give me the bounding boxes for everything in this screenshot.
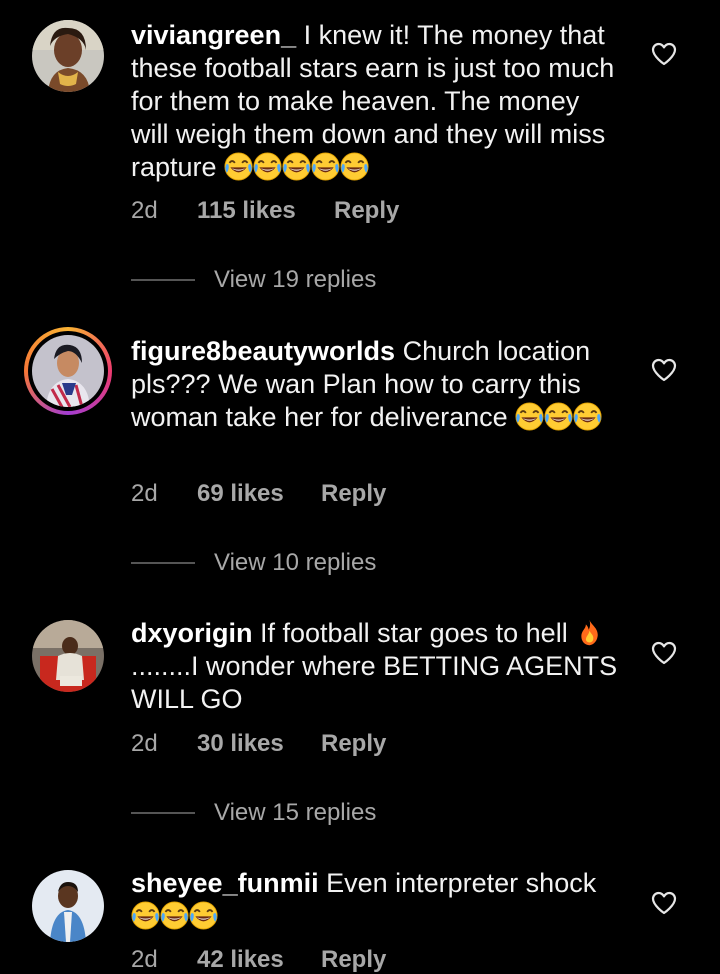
reply-button[interactable]: Reply [321,730,386,758]
comment-body: If football star goes to hell [252,618,576,648]
avatar[interactable] [32,620,104,692]
divider-line [131,812,195,814]
laughing-emoji-icon [515,402,544,431]
comment-time: 2d [131,480,158,507]
likes-count[interactable]: 115 likes [197,197,334,225]
username[interactable]: dxyorigin [131,618,253,648]
comment-text: sheyee_funmii Even interpreter shock [131,867,621,933]
laughing-emoji-icon [573,402,602,431]
comment-text: viviangreen_ I knew it! The money that t… [131,19,621,184]
fire-emoji-icon [575,618,604,647]
view-replies-button[interactable]: View 19 replies [131,266,376,294]
like-heart-icon[interactable] [651,641,677,665]
reply-button[interactable]: Reply [334,197,399,225]
likes-count[interactable]: 42 likes [197,946,321,974]
reply-button[interactable]: Reply [321,480,386,508]
comment-meta: 2d 30 likes Reply [131,730,386,758]
comment-meta: 2d 69 likes Reply [131,480,386,508]
comment-text: dxyorigin If football star goes to hell … [131,617,621,716]
view-replies-label: View 10 replies [214,549,377,576]
like-heart-icon[interactable] [651,42,677,66]
comment-body: Even interpreter shock [318,868,597,898]
view-replies-button[interactable]: View 10 replies [131,549,376,577]
laughing-emoji-icon [253,152,282,181]
like-heart-icon[interactable] [651,891,677,915]
laughing-emoji-icon [224,152,253,181]
likes-count[interactable]: 30 likes [197,730,321,758]
laughing-emoji-icon [160,901,189,930]
laughing-emoji-icon [131,901,160,930]
avatar[interactable] [32,870,104,942]
view-replies-label: View 15 replies [214,799,377,826]
username[interactable]: figure8beautyworlds [131,336,395,366]
comment-time: 2d [131,730,158,757]
laughing-emoji-icon [311,152,340,181]
comment-time: 2d [131,197,158,224]
view-replies-label: View 19 replies [214,266,377,293]
divider-line [131,279,195,281]
view-replies-button[interactable]: View 15 replies [131,799,376,827]
avatar [32,335,104,407]
like-heart-icon[interactable] [651,358,677,382]
likes-count[interactable]: 69 likes [197,480,321,508]
comment-text: figure8beautyworlds Church location pls?… [131,335,621,434]
divider-line [131,562,195,564]
comment-meta: 2d 115 likes Reply [131,197,399,225]
laughing-emoji-icon [282,152,311,181]
laughing-emoji-icon [340,152,369,181]
comment-time: 2d [131,946,158,973]
laughing-emoji-icon [544,402,573,431]
avatar[interactable] [32,20,104,92]
username[interactable]: sheyee_funmii [131,868,319,898]
reply-button[interactable]: Reply [321,946,386,974]
comment-body-continued: ........I wonder where BETTING AGENTS WI… [131,651,618,714]
comment-meta: 2d 42 likes Reply [131,946,386,974]
story-ring[interactable] [24,327,112,415]
laughing-emoji-icon [189,901,218,930]
username[interactable]: viviangreen_ [131,20,296,50]
